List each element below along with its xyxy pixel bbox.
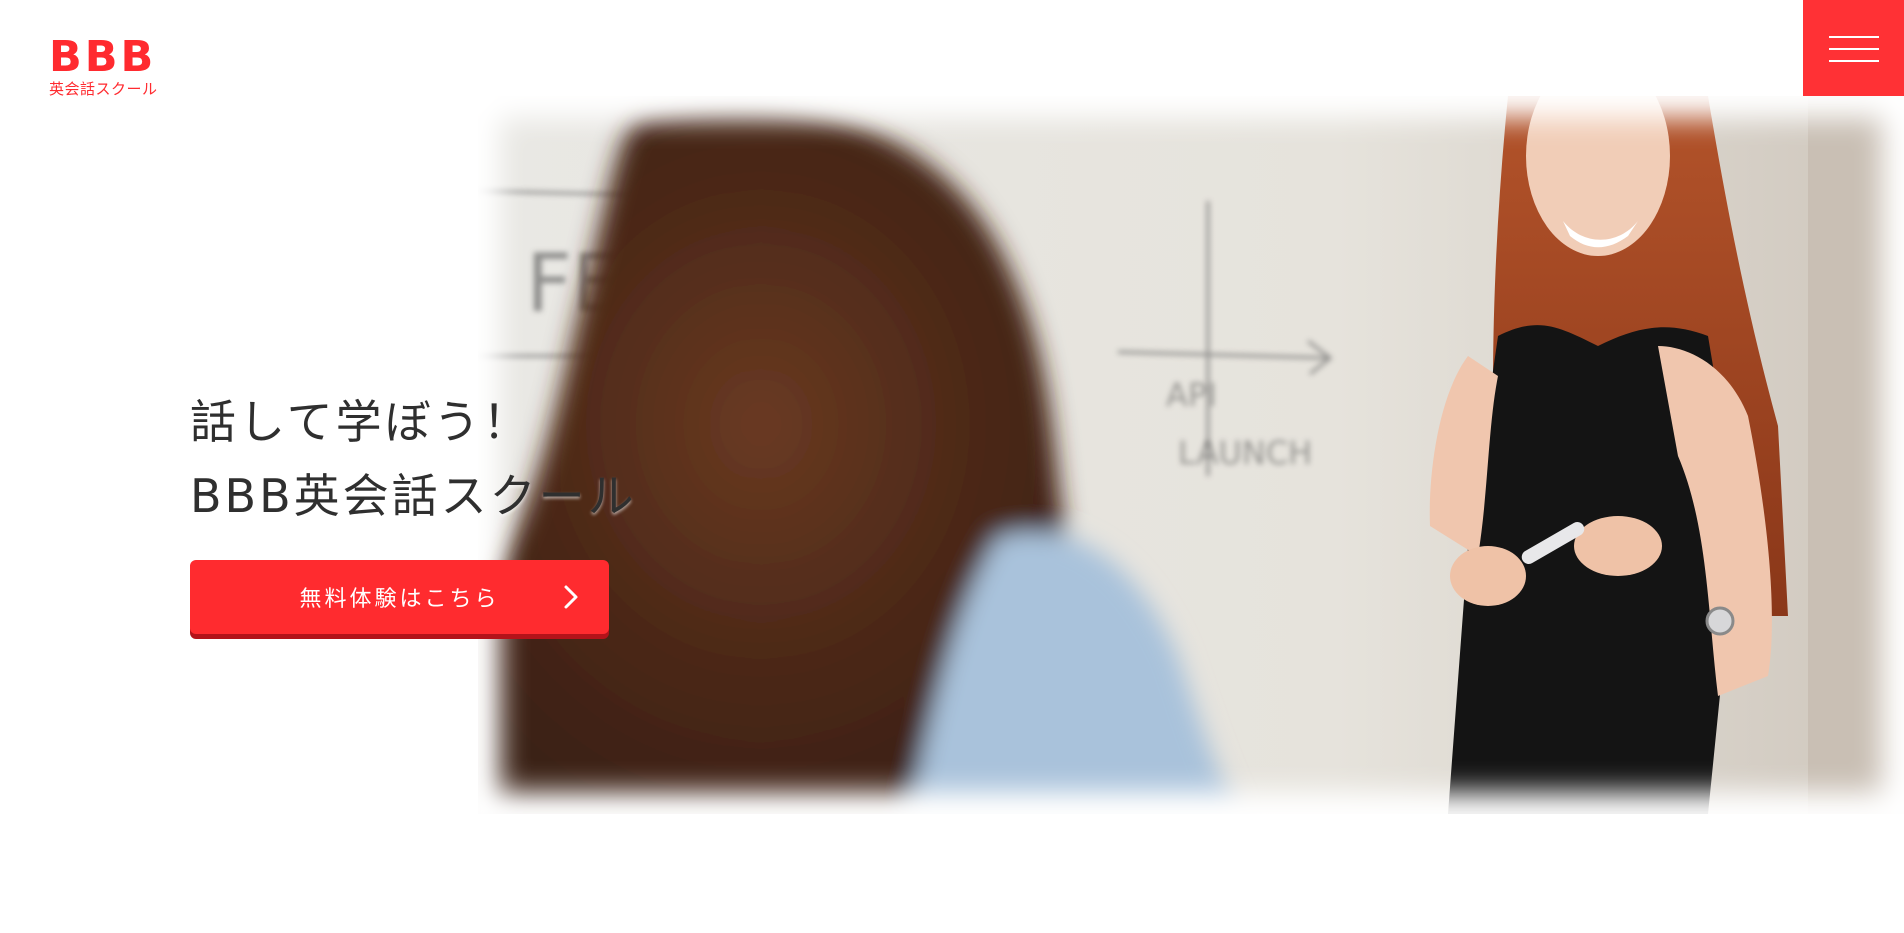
svg-text:LAUNCH: LAUNCH (1178, 434, 1312, 472)
hamburger-menu-icon-line-3 (1828, 60, 1879, 62)
chevron-right-icon (564, 585, 578, 609)
hero-image: FEE API LAUNCH (478, 96, 1904, 814)
hamburger-menu-icon (1828, 36, 1879, 38)
free-trial-button[interactable]: 無料体験はこちら (190, 560, 609, 634)
hamburger-menu-icon-line-2 (1828, 48, 1879, 50)
hero-headline-line-2: BBB英会話スクール (190, 469, 637, 523)
hero-headline-line-1: 話して学ぼう！ (190, 395, 532, 449)
site-logo[interactable]: BBB 英会話スクール (49, 32, 158, 99)
svg-text:API: API (1166, 376, 1217, 414)
hero-photo-illustration: FEE API LAUNCH (478, 96, 1904, 814)
hero-headline: 話して学ぼう！ BBB英会話スクール (190, 385, 637, 533)
logo-subtitle: 英会話スクール (49, 80, 158, 98)
free-trial-button-label: 無料体験はこちら (299, 587, 500, 612)
page: BBB 英会話スクール API LAUNCH 話して学ぼう！ BBB英会話スクー… (0, 0, 1904, 933)
logo-mark: BBB (49, 32, 157, 82)
hamburger-menu-button[interactable] (1803, 0, 1904, 98)
